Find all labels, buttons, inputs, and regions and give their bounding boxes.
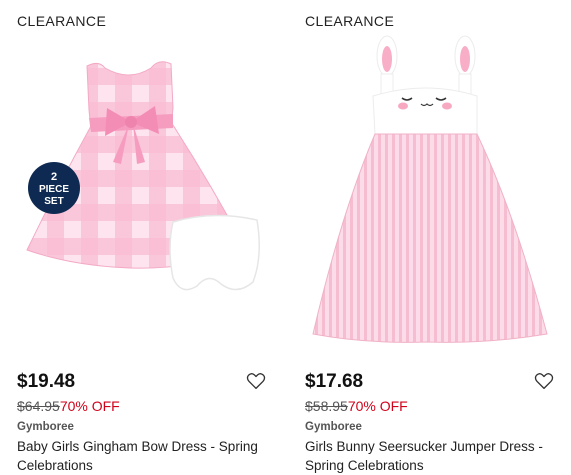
brand-name: Gymboree — [305, 421, 362, 433]
product-title[interactable]: Girls Bunny Seersucker Jumper Dress - Sp… — [305, 437, 565, 475]
discount-label: 70% OFF — [347, 398, 408, 414]
price-row: $64.9570% OFF — [17, 398, 120, 414]
discount-label: 70% OFF — [59, 398, 120, 414]
brand-name: Gymboree — [17, 421, 74, 433]
product-image[interactable] — [301, 34, 567, 352]
original-price: $58.95 — [305, 398, 348, 414]
sale-price: $19.48 — [17, 371, 76, 392]
product-title[interactable]: Baby Girls Gingham Bow Dress - Spring Ce… — [17, 437, 277, 475]
set-badge-line-1: 2 — [51, 171, 57, 183]
clearance-badge: CLEARANCE — [305, 13, 395, 29]
product-card[interactable]: CLEARANCE — [17, 0, 287, 475]
set-badge-line-2: PIECE — [39, 184, 69, 195]
product-card[interactable]: CLEARANCE — [305, 0, 571, 475]
price-row: $58.9570% OFF — [305, 398, 408, 414]
product-image[interactable]: 2 PIECE SET — [13, 34, 279, 352]
heart-icon[interactable] — [246, 372, 266, 390]
set-badge-line-3: SET — [44, 196, 63, 207]
sale-price: $17.68 — [305, 371, 364, 392]
heart-icon[interactable] — [534, 372, 554, 390]
clearance-badge: CLEARANCE — [17, 13, 107, 29]
original-price: $64.95 — [17, 398, 60, 414]
